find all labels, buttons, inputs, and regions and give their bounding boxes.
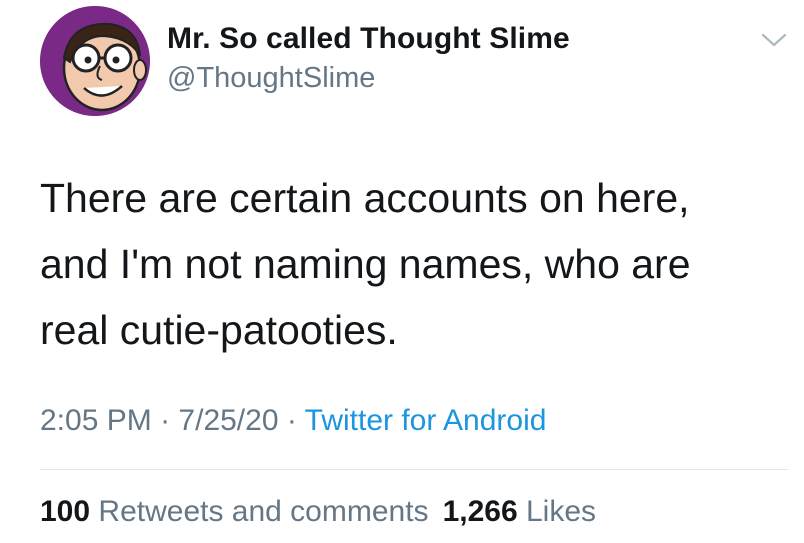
tweet-text: There are certain accounts on here, and … — [40, 165, 780, 363]
meta-separator: · — [286, 404, 297, 437]
tweet-text-line: There are certain accounts on here, — [40, 175, 690, 221]
likes-count: 1,266 — [442, 495, 518, 528]
avatar[interactable] — [40, 6, 150, 116]
display-name[interactable]: Mr. So called Thought Slime — [167, 22, 570, 56]
tweet-metadata: 2:05 PM · 7/25/20 · Twitter for Android — [40, 404, 546, 438]
tweet-stats: 100 Retweets and comments 1,266 Likes — [40, 495, 596, 529]
divider — [40, 469, 788, 470]
tweet-text-line: and I'm not naming names, who are — [40, 241, 691, 287]
likes-stat[interactable]: 1,266 Likes — [443, 495, 596, 528]
likes-label: Likes — [525, 495, 597, 528]
meta-separator: · — [160, 404, 171, 437]
tweet-text-line: real cutie-patooties. — [40, 307, 398, 353]
tweet-card: Mr. So called Thought Slime @ThoughtSlim… — [0, 0, 804, 543]
tweet-source-link[interactable]: Twitter for Android — [305, 404, 547, 437]
retweets-stat[interactable]: 100 Retweets and comments — [40, 495, 429, 528]
retweets-count: 100 — [40, 495, 91, 528]
chevron-down-icon[interactable] — [761, 32, 787, 48]
tweet-time[interactable]: 2:05 PM — [40, 404, 152, 437]
tweet-date[interactable]: 7/25/20 — [178, 404, 278, 437]
cartoon-face-avatar-icon — [40, 6, 150, 116]
user-handle[interactable]: @ThoughtSlime — [167, 62, 375, 95]
retweets-label: Retweets and comments — [98, 495, 429, 528]
